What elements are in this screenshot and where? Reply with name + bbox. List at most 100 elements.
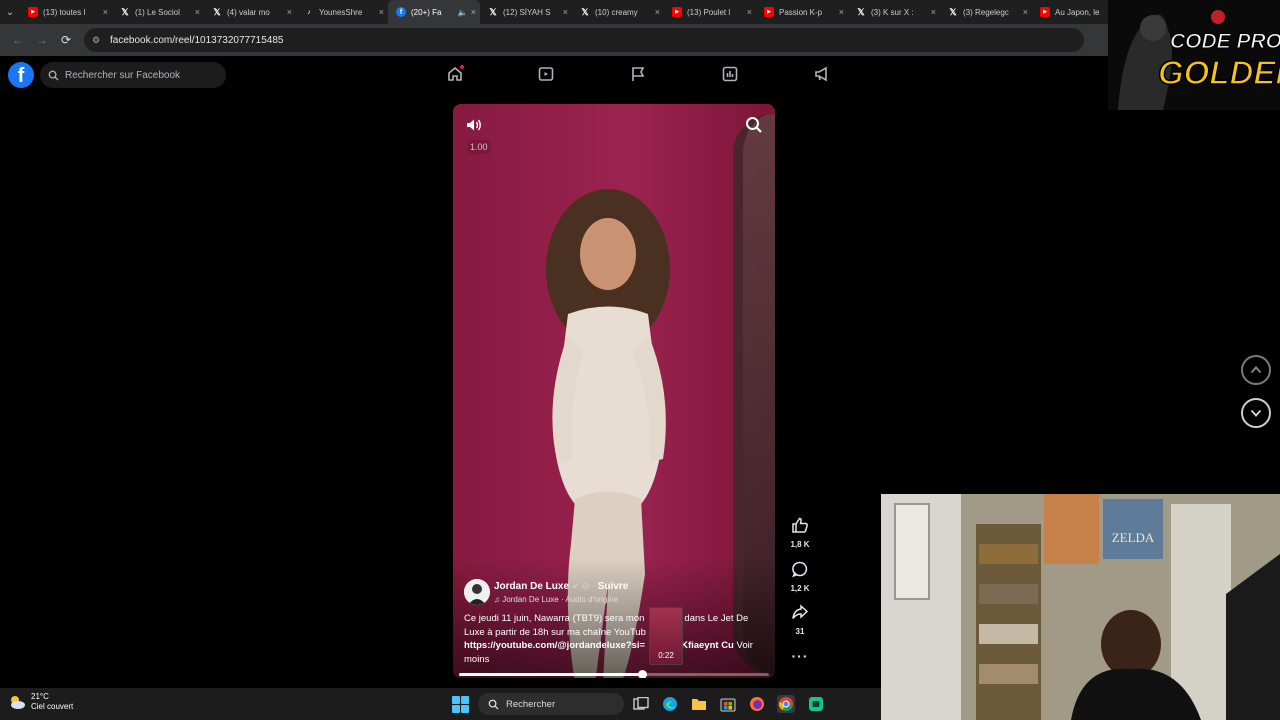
browser-tab[interactable]: 𝕏 (3) K sur X : ×: [848, 0, 940, 24]
progress-bar[interactable]: [459, 670, 769, 678]
tab-title: (20+) Fa: [411, 7, 442, 17]
facebook-icon: f: [396, 7, 406, 17]
tab-audio-icon[interactable]: 🔈: [458, 8, 468, 17]
close-tab-icon[interactable]: ×: [103, 7, 108, 17]
browser-tab[interactable]: ▶ Passion K-p ×: [756, 0, 848, 24]
comment-action[interactable]: 1,2 K: [786, 560, 814, 593]
comment-icon[interactable]: [791, 560, 809, 578]
reel-search-icon[interactable]: [743, 114, 765, 136]
browser-tab[interactable]: 𝕏 (4) valar mo ×: [204, 0, 296, 24]
firefox-icon[interactable]: [748, 695, 766, 713]
search-icon: [48, 70, 59, 81]
browser-tab[interactable]: 𝕏 (3) Regelegc ×: [940, 0, 1032, 24]
logo-text-bottom: GOLDENG: [1158, 54, 1280, 91]
close-tab-icon[interactable]: ×: [563, 7, 568, 17]
author-name[interactable]: Jordan De Luxe: [494, 581, 569, 592]
taskbar-search[interactable]: Rechercher: [478, 693, 624, 715]
next-reel-button[interactable]: [1241, 398, 1271, 428]
more-options-icon[interactable]: ···: [786, 648, 814, 664]
browser-tab[interactable]: ▶ (13) toutes l ×: [20, 0, 112, 24]
search-placeholder: Rechercher sur Facebook: [65, 69, 181, 81]
audio-info[interactable]: ♫ Jordan De Luxe · Audio d'origine: [494, 595, 618, 604]
browser-tab[interactable]: 𝕏 (1) Le Sociol ×: [112, 0, 204, 24]
youtube-icon: ▶: [28, 7, 38, 17]
share-icon[interactable]: [791, 603, 809, 621]
audio-label: Jordan De Luxe · Audio d'origine: [502, 595, 619, 604]
close-tab-icon[interactable]: ×: [195, 7, 200, 17]
video-icon[interactable]: [537, 65, 555, 83]
tab-title: YounesShre: [319, 7, 363, 17]
facebook-search-input[interactable]: Rechercher sur Facebook: [40, 62, 226, 88]
close-tab-icon[interactable]: ×: [931, 7, 936, 17]
youtube-icon: ▶: [1040, 7, 1050, 17]
caption-link-end[interactable]: Kfiaeynt Cu: [681, 640, 734, 651]
logo-text-top: CODE PROZIS: [1170, 30, 1280, 53]
progress-fill: [459, 673, 642, 676]
file-explorer-icon[interactable]: [690, 695, 708, 713]
logo-letter: f: [17, 65, 25, 87]
x-icon: 𝕏: [213, 6, 221, 17]
close-tab-icon[interactable]: ×: [655, 7, 660, 17]
edge-icon[interactable]: [661, 695, 679, 713]
microsoft-store-icon[interactable]: [719, 695, 737, 713]
volume-icon[interactable]: [465, 116, 483, 134]
youtube-icon: ▶: [764, 7, 774, 17]
x-icon: 𝕏: [857, 6, 865, 17]
dashboard-icon[interactable]: [721, 65, 739, 83]
close-tab-icon[interactable]: ×: [1023, 7, 1028, 17]
browser-tab[interactable]: 𝕏 (12) SİYAH S ×: [480, 0, 572, 24]
chrome-icon[interactable]: [777, 695, 795, 713]
follow-button[interactable]: Suivre: [598, 581, 629, 592]
tab-title: (1) Le Sociol: [135, 7, 180, 17]
site-info-icon[interactable]: ⚙: [92, 35, 106, 46]
scrub-preview-time: 0:22: [658, 651, 674, 660]
back-button[interactable]: ←: [6, 28, 30, 52]
windows-start-icon[interactable]: [452, 696, 469, 713]
browser-tab[interactable]: ♪ YounesShre ×: [296, 0, 388, 24]
browser-tab[interactable]: f (20+) Fa 🔈 ×: [388, 0, 480, 24]
author-avatar[interactable]: [464, 579, 490, 605]
home-icon[interactable]: [446, 65, 464, 83]
url-text: facebook.com/reel/1013732077715485: [110, 34, 284, 46]
facebook-logo[interactable]: f: [8, 62, 34, 88]
close-tab-icon[interactable]: ×: [379, 7, 384, 17]
x-icon: 𝕏: [581, 6, 589, 17]
close-tab-icon[interactable]: ×: [747, 7, 752, 17]
reel-video-player[interactable]: 1.00 Jordan De Luxe ✔ ⊙ · Suivre ♫ Jorda…: [453, 104, 775, 678]
caption-line-1: Ce jeudi 11 juin, Nawarra (TBT9) sera mo…: [464, 613, 645, 624]
like-icon[interactable]: [791, 516, 809, 534]
tab-title: Passion K-p: [779, 7, 823, 17]
browser-tab[interactable]: ▶ (13) Poulet l ×: [664, 0, 756, 24]
caption-line-1-end: dans Le Jet De: [684, 613, 749, 624]
tab-title: (13) Poulet l: [687, 7, 731, 17]
share-count: 31: [795, 627, 805, 636]
address-bar[interactable]: ⚙ facebook.com/reel/1013732077715485: [84, 28, 1084, 52]
tab-search-menu-button[interactable]: ⌄: [0, 0, 20, 24]
webcam-feed: ZELDA: [881, 494, 1280, 720]
pages-flag-icon[interactable]: [629, 65, 647, 83]
reload-button[interactable]: ⟳: [54, 28, 78, 52]
cloud-sun-icon: [11, 696, 25, 709]
caption-link[interactable]: https://youtube.com/@jordandeluxe?si=: [464, 640, 645, 651]
task-view-icon[interactable]: [632, 695, 650, 713]
windows-taskbar: 21°C Ciel couvert Rechercher: [0, 688, 881, 720]
weather-widget[interactable]: 21°C Ciel couvert: [8, 692, 73, 712]
chevron-up-icon: [1250, 366, 1262, 374]
megaphone-icon[interactable]: [813, 65, 831, 83]
close-tab-icon[interactable]: ×: [471, 7, 476, 17]
stream-logo: CODE PROZIS GOLDENG: [1108, 0, 1280, 110]
app-icon-green[interactable]: [807, 695, 825, 713]
previous-reel-button[interactable]: [1241, 355, 1271, 385]
browser-tab[interactable]: 𝕏 (10) creamy ×: [572, 0, 664, 24]
forward-button[interactable]: →: [30, 28, 54, 52]
close-tab-icon[interactable]: ×: [287, 7, 292, 17]
share-action[interactable]: 31: [786, 603, 814, 636]
music-note-icon: ♫: [494, 595, 503, 604]
close-tab-icon[interactable]: ×: [839, 7, 844, 17]
browser-tab-strip: ⌄ ▶ (13) toutes l × 𝕏 (1) Le Sociol × 𝕏 (4) val…: [0, 0, 1280, 24]
weather-desc: Ciel couvert: [31, 702, 74, 711]
reel-caption: Ce jeudi 11 juin, Nawarra (TBT9) sera mo…: [464, 612, 764, 666]
like-action[interactable]: 1,8 K: [786, 516, 814, 549]
progress-knob[interactable]: [637, 670, 647, 678]
playback-speed-badge[interactable]: 1.00: [467, 140, 491, 154]
